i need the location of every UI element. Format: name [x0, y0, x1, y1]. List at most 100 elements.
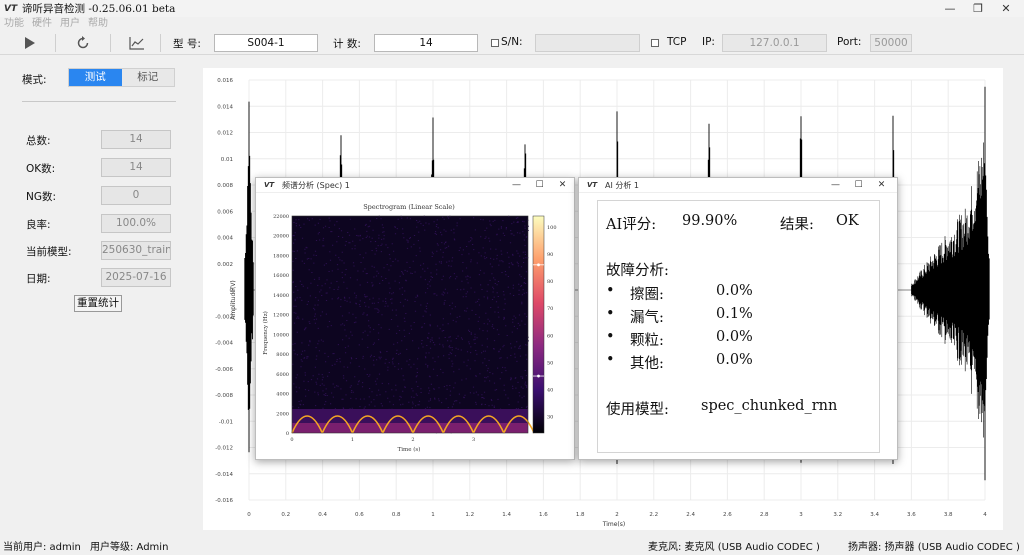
count-input[interactable]: 14: [374, 34, 478, 52]
x-tick-label: 1.8: [576, 512, 585, 518]
bullet-icon: •: [606, 283, 615, 299]
maximize-icon[interactable]: ❐: [964, 0, 992, 17]
stat-value: 2025-07-16: [101, 268, 171, 287]
tcp-checkbox[interactable]: [651, 39, 659, 47]
window-controls: — ☐ ✕: [505, 178, 574, 193]
x-tick-label: 0.2: [281, 512, 290, 518]
maximize-icon[interactable]: ☐: [847, 178, 870, 193]
waveform-ylabel: Amplitude(V): [230, 280, 237, 320]
x-tick-label: 1: [431, 512, 435, 518]
stat-value: 100.0%: [101, 214, 171, 233]
stat-value: 250630_train: [101, 241, 171, 260]
window-controls: — ❐ ✕: [936, 0, 1020, 17]
bullet-icon: •: [606, 352, 615, 368]
y-tick-label: -0.004: [215, 341, 233, 347]
window-controls: — ☐ ✕: [824, 178, 893, 193]
x-tick-label: 0.8: [392, 512, 401, 518]
stat-label: 当前模型:: [26, 246, 72, 258]
spec-y-tick-label: 2000: [276, 411, 289, 417]
stat-value: 14: [101, 158, 171, 177]
close-icon[interactable]: ✕: [551, 178, 574, 193]
y-tick-label: 0.002: [217, 262, 233, 268]
port-input[interactable]: 50000: [870, 34, 912, 52]
spec-y-tick-label: 16000: [273, 273, 289, 279]
tcp-label: TCP: [667, 36, 687, 48]
colorbar-tick-label: 60: [547, 333, 553, 339]
x-tick-label: 3: [799, 512, 803, 518]
sn-label: S/N:: [501, 36, 523, 48]
fault-name: 其他:: [630, 356, 664, 372]
refresh-icon: [77, 36, 89, 49]
spectrogram-chart: Spectrogram (Linear Scale) 2200020000180…: [262, 203, 557, 453]
app-logo-icon: VT: [264, 181, 275, 189]
x-tick-label: 3.8: [944, 512, 953, 518]
spec-y-tick-label: 14000: [273, 293, 289, 299]
y-tick-label: -0.01: [219, 419, 233, 425]
sn-checkbox[interactable]: [491, 39, 499, 47]
stat-ng: NG数: 0: [26, 186, 176, 206]
fault-value: 0.0%: [716, 329, 753, 345]
menu-help[interactable]: 帮助: [88, 17, 108, 30]
spec-y-tick-label: 12000: [273, 313, 289, 319]
x-tick-label: 2: [615, 512, 619, 518]
fault-name: 漏气:: [630, 310, 664, 326]
y-tick-label: 0.008: [217, 183, 233, 189]
stat-label: 总数:: [26, 135, 51, 147]
bullet-icon: •: [606, 329, 615, 345]
tab-mark[interactable]: 标记: [121, 69, 174, 86]
model-input[interactable]: S004-1: [214, 34, 318, 52]
minimize-icon[interactable]: —: [936, 0, 964, 17]
minimize-icon[interactable]: —: [505, 178, 528, 193]
y-tick-label: 0.004: [217, 236, 233, 242]
bullet-icon: •: [606, 306, 615, 322]
ai-result-panel: AI评分: 99.90% 结果: OK 故障分析: • 擦圈: 0.0% • 漏…: [597, 200, 880, 453]
stat-value: 14: [101, 130, 171, 149]
y-tick-label: 0.016: [217, 78, 233, 84]
menu-hardware[interactable]: 硬件: [32, 17, 52, 30]
menu-function[interactable]: 功能: [4, 17, 24, 30]
stat-yield: 良率: 100.0%: [26, 214, 176, 234]
stat-label: 良率:: [26, 219, 51, 231]
ip-input[interactable]: 127.0.0.1: [722, 34, 827, 52]
spectrogram-ylabel: Frequency (Hz): [262, 311, 269, 354]
mode-tabs: 测试 标记: [68, 68, 175, 87]
spec-x-tick-label: 3: [472, 437, 475, 443]
ai-window-titlebar[interactable]: VT AI 分析 1 — ☐ ✕: [579, 178, 897, 193]
chart-button[interactable]: [122, 32, 152, 54]
colorbar: [532, 215, 545, 434]
tab-test[interactable]: 测试: [69, 69, 122, 86]
ai-score-label: AI评分:: [606, 217, 657, 233]
spectrogram-window-titlebar[interactable]: VT 频谱分析 (Spec) 1 — ☐ ✕: [256, 178, 574, 193]
colorbar-tick-label: 70: [547, 306, 553, 312]
toolbar-separator: [160, 34, 161, 52]
y-tick-label: 0.01: [221, 157, 233, 163]
sn-input[interactable]: [535, 34, 640, 52]
ai-analysis-window[interactable]: VT AI 分析 1 — ☐ ✕ AI评分: 99.90% 结果: OK 故障分…: [578, 177, 898, 460]
play-button[interactable]: [14, 32, 44, 54]
y-tick-label: -0.012: [215, 446, 233, 452]
play-icon: [25, 37, 35, 49]
x-tick-label: 0: [247, 512, 251, 518]
x-tick-label: 3.6: [907, 512, 916, 518]
colorbar-tick-label: 30: [547, 415, 553, 421]
refresh-button[interactable]: [68, 32, 98, 54]
app-title: 谛听异音检测 -0.25.06.01 beta: [22, 3, 176, 15]
y-tick-label: -0.016: [215, 498, 233, 504]
spec-y-tick-label: 0: [286, 431, 289, 437]
stat-model: 当前模型: 250630_train: [26, 241, 176, 261]
model-used-value: spec_chunked_rnn: [701, 398, 838, 414]
spectrogram-xlabel: Time (s): [398, 446, 421, 453]
menu-user[interactable]: 用户: [60, 17, 80, 30]
x-tick-label: 1.2: [465, 512, 474, 518]
reset-stats-button[interactable]: 重置统计: [74, 295, 122, 312]
x-tick-label: 2.6: [723, 512, 732, 518]
spectrogram-window[interactable]: VT 频谱分析 (Spec) 1 — ☐ ✕ Spectrogram (Line…: [255, 177, 575, 460]
maximize-icon[interactable]: ☐: [528, 178, 551, 193]
stat-label: 日期:: [26, 273, 51, 285]
close-icon[interactable]: ✕: [870, 178, 893, 193]
stat-label: OK数:: [26, 163, 56, 175]
fault-value: 0.0%: [716, 283, 753, 299]
minimize-icon[interactable]: —: [824, 178, 847, 193]
close-icon[interactable]: ✕: [992, 0, 1020, 17]
spectrogram-window-title: 频谱分析 (Spec) 1: [282, 180, 350, 190]
